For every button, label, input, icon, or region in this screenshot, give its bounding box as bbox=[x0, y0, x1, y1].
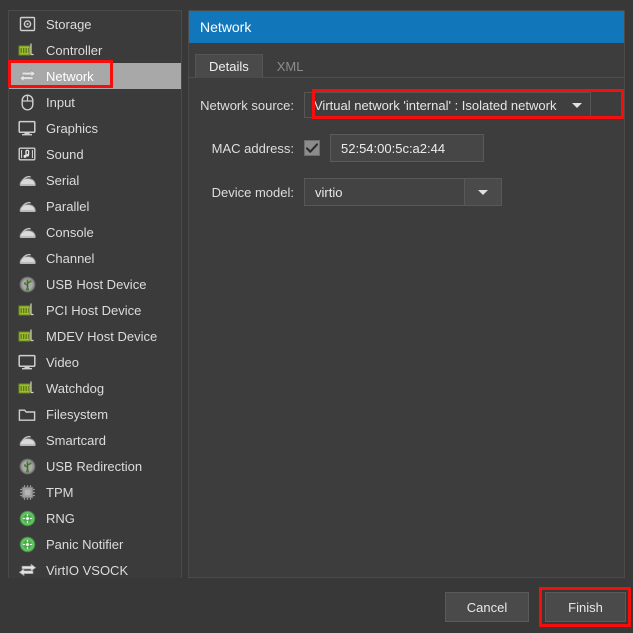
device-model-value: virtio bbox=[305, 179, 464, 205]
network-detail-panel: Network Details XML Network source: Virt… bbox=[188, 10, 625, 578]
serial-port-icon bbox=[17, 171, 37, 189]
green-gear-icon bbox=[17, 509, 37, 527]
serial-port-icon bbox=[17, 431, 37, 449]
sidebar-item-smartcard[interactable]: Smartcard bbox=[9, 427, 181, 453]
sidebar-item-mdev-host-device[interactable]: MDEV Host Device bbox=[9, 323, 181, 349]
sidebar-item-label: Controller bbox=[46, 43, 102, 58]
sidebar-item-label: MDEV Host Device bbox=[46, 329, 157, 344]
usb-icon bbox=[17, 275, 37, 293]
mouse-icon bbox=[17, 93, 37, 111]
tab-details-label: Details bbox=[209, 59, 249, 74]
sidebar-item-label: Serial bbox=[46, 173, 79, 188]
sidebar-item-label: Parallel bbox=[46, 199, 89, 214]
sidebar-item-label: RNG bbox=[46, 511, 75, 526]
green-gear-icon bbox=[17, 535, 37, 553]
sidebar-item-label: Video bbox=[46, 355, 79, 370]
sidebar-item-storage[interactable]: Storage bbox=[9, 11, 181, 37]
sidebar-item-network[interactable]: Network bbox=[9, 63, 181, 89]
sidebar-item-label: VirtIO VSOCK bbox=[46, 563, 128, 578]
sidebar-item-controller[interactable]: Controller bbox=[9, 37, 181, 63]
controller-chip-icon bbox=[17, 41, 37, 59]
sidebar-item-console[interactable]: Console bbox=[9, 219, 181, 245]
sidebar-item-channel[interactable]: Channel bbox=[9, 245, 181, 271]
mac-address-input[interactable]: 52:54:00:5c:a2:44 bbox=[330, 134, 484, 162]
network-source-row: Network source: Virtual network 'interna… bbox=[189, 92, 624, 118]
sidebar-item-label: Channel bbox=[46, 251, 94, 266]
tab-xml-label: XML bbox=[277, 59, 304, 74]
add-hardware-dialog: Storage Controller Network Input Graphics Sou… bbox=[0, 0, 633, 633]
sidebar-item-parallel[interactable]: Parallel bbox=[9, 193, 181, 219]
network-source-label: Network source: bbox=[189, 98, 304, 113]
device-model-dropdown-button[interactable] bbox=[464, 179, 501, 205]
mac-address-row: MAC address: 52:54:00:5c:a2:44 bbox=[189, 134, 624, 162]
network-arrows-icon bbox=[17, 561, 37, 579]
cancel-button[interactable]: Cancel bbox=[445, 592, 529, 622]
dialog-footer bbox=[0, 578, 633, 633]
sidebar-item-label: Network bbox=[46, 69, 94, 84]
sound-icon bbox=[17, 145, 37, 163]
finish-button[interactable]: Finish bbox=[545, 592, 626, 622]
sidebar-item-usb-redirection[interactable]: USB Redirection bbox=[9, 453, 181, 479]
parallel-port-icon bbox=[17, 197, 37, 215]
sidebar-item-label: Storage bbox=[46, 17, 92, 32]
mac-address-value: 52:54:00:5c:a2:44 bbox=[341, 141, 445, 156]
monitor-icon bbox=[17, 119, 37, 137]
sidebar-item-label: Input bbox=[46, 95, 75, 110]
sidebar-item-label: TPM bbox=[46, 485, 73, 500]
console-port-icon bbox=[17, 223, 37, 241]
sidebar-item-label: Graphics bbox=[46, 121, 98, 136]
sidebar-item-graphics[interactable]: Graphics bbox=[9, 115, 181, 141]
sidebar-item-label: Console bbox=[46, 225, 94, 240]
sidebar-item-label: Sound bbox=[46, 147, 84, 162]
sidebar-item-label: Watchdog bbox=[46, 381, 104, 396]
sidebar-item-rng[interactable]: RNG bbox=[9, 505, 181, 531]
device-model-combobox[interactable]: virtio bbox=[304, 178, 502, 206]
controller-chip-icon bbox=[17, 327, 37, 345]
device-model-label: Device model: bbox=[189, 185, 304, 200]
sidebar-item-pci-host-device[interactable]: PCI Host Device bbox=[9, 297, 181, 323]
chevron-down-icon bbox=[478, 190, 488, 195]
sidebar-item-panic-notifier[interactable]: Panic Notifier bbox=[9, 531, 181, 557]
tab-details[interactable]: Details bbox=[195, 54, 263, 78]
cpu-chip-icon bbox=[17, 483, 37, 501]
sidebar-item-video[interactable]: Video bbox=[9, 349, 181, 375]
sidebar-item-label: Smartcard bbox=[46, 433, 106, 448]
channel-port-icon bbox=[17, 249, 37, 267]
sidebar-item-virtio-vsock[interactable]: VirtIO VSOCK bbox=[9, 557, 181, 580]
sidebar-item-label: Filesystem bbox=[46, 407, 108, 422]
cancel-button-label: Cancel bbox=[467, 600, 507, 615]
sidebar-item-filesystem[interactable]: Filesystem bbox=[9, 401, 181, 427]
sidebar-item-label: USB Redirection bbox=[46, 459, 142, 474]
device-model-row: Device model: virtio bbox=[189, 178, 624, 206]
sidebar-item-usb-host-device[interactable]: USB Host Device bbox=[9, 271, 181, 297]
tab-strip[interactable]: Details XML bbox=[189, 52, 624, 78]
sidebar-item-serial[interactable]: Serial bbox=[9, 167, 181, 193]
sidebar-item-sound[interactable]: Sound bbox=[9, 141, 181, 167]
sidebar-item-label: Panic Notifier bbox=[46, 537, 123, 552]
panel-title-bar: Network bbox=[189, 11, 624, 43]
folder-icon bbox=[17, 405, 37, 423]
sidebar-item-watchdog[interactable]: Watchdog bbox=[9, 375, 181, 401]
network-form: Network source: Virtual network 'interna… bbox=[189, 78, 624, 206]
mac-address-checkbox[interactable] bbox=[304, 140, 320, 156]
network-source-value: Virtual network 'internal' : Isolated ne… bbox=[314, 98, 556, 113]
hardware-category-sidebar[interactable]: Storage Controller Network Input Graphics Sou… bbox=[8, 10, 182, 580]
controller-chip-icon bbox=[17, 379, 37, 397]
sidebar-item-tpm[interactable]: TPM bbox=[9, 479, 181, 505]
controller-chip-icon bbox=[17, 301, 37, 319]
checkmark-icon bbox=[306, 143, 318, 154]
usb-icon bbox=[17, 457, 37, 475]
network-arrows-icon bbox=[17, 67, 37, 85]
sidebar-item-input[interactable]: Input bbox=[9, 89, 181, 115]
finish-button-label: Finish bbox=[568, 600, 603, 615]
network-source-combobox[interactable]: Virtual network 'internal' : Isolated ne… bbox=[304, 92, 591, 118]
tab-xml[interactable]: XML bbox=[263, 54, 318, 78]
mac-address-label: MAC address: bbox=[189, 141, 304, 156]
chevron-down-icon bbox=[572, 103, 582, 108]
page-title: Network bbox=[200, 19, 251, 35]
monitor-icon bbox=[17, 353, 37, 371]
storage-icon bbox=[17, 15, 37, 33]
sidebar-item-label: USB Host Device bbox=[46, 277, 146, 292]
sidebar-item-label: PCI Host Device bbox=[46, 303, 141, 318]
